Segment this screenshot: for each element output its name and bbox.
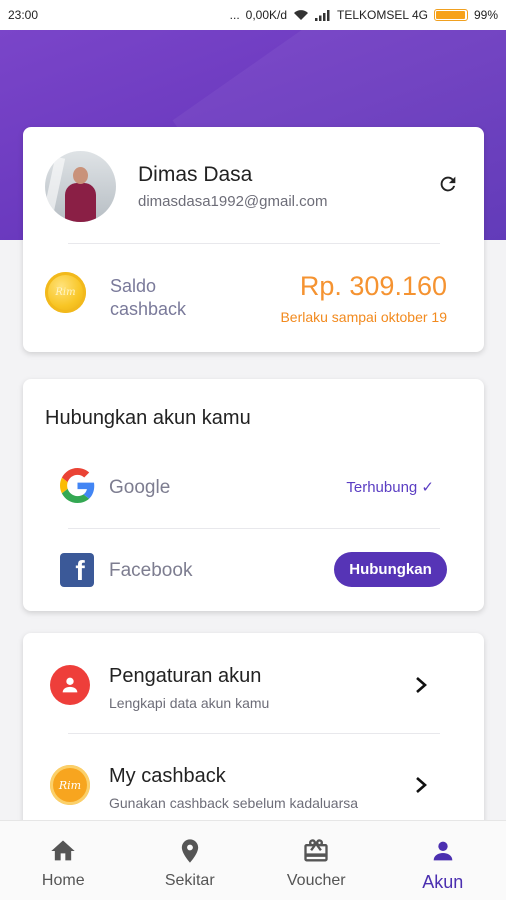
facebook-icon: f — [60, 553, 94, 587]
divider — [68, 733, 440, 734]
user-icon — [50, 665, 90, 705]
status-dots: ... — [229, 8, 240, 22]
network-speed: 0,00K/d — [245, 8, 288, 22]
cashback-label-text: Saldo cashback — [110, 276, 187, 319]
profile-card: Dimas Dasa dimasdasa1992@gmail.com Rim S… — [23, 127, 484, 352]
menu-item-title: Pengaturan akun — [109, 665, 262, 687]
google-status: Terhubung ✓ — [346, 479, 434, 496]
facebook-label: Facebook — [109, 560, 193, 581]
coin-icon: Rim — [45, 272, 86, 313]
cashback-amount: Rp. 309.160 — [299, 271, 447, 301]
nav-akun[interactable]: Akun — [380, 821, 506, 900]
nav-label: Sekitar — [164, 872, 215, 889]
status-time: 23:00 — [8, 8, 39, 22]
cashback-icon-label: Rim — [58, 778, 82, 792]
bottom-navigation: Home Sekitar Voucher Akun — [0, 820, 506, 900]
cashback-validity: Berlaku sampai oktober 19 — [280, 309, 447, 325]
user-email: dimasdasa1992@gmail.com — [138, 193, 328, 210]
battery-icon — [433, 9, 468, 21]
signal-icon — [315, 10, 330, 21]
google-label: Google — [109, 477, 171, 498]
nav-label: Voucher — [286, 872, 346, 889]
google-icon — [60, 468, 95, 503]
avatar[interactable] — [45, 151, 116, 222]
account-menu-card: Pengaturan akun Lengkapi data akun kamu … — [23, 633, 484, 833]
person-icon — [433, 841, 453, 861]
chevron-right-icon — [416, 677, 427, 693]
wifi-icon — [294, 10, 309, 20]
coin-label: Rim — [55, 287, 76, 298]
nav-label: Home — [41, 872, 85, 889]
battery-percent: 99% — [473, 8, 498, 22]
user-name: Dimas Dasa — [138, 163, 253, 186]
link-accounts-card: Hubungkan akun kamu Google Terhubung ✓ f… — [23, 379, 484, 611]
menu-item-subtitle: Lengkapi data akun kamu — [109, 695, 270, 711]
menu-item-title: My cashback — [109, 765, 226, 787]
divider — [68, 528, 440, 529]
location-pin-icon — [181, 839, 198, 863]
nav-sekitar[interactable]: Sekitar — [127, 821, 254, 900]
gift-icon — [304, 839, 328, 862]
link-accounts-title: Hubungkan akun kamu — [45, 407, 251, 429]
menu-item-account-settings[interactable]: Pengaturan akun Lengkapi data akun kamu — [23, 639, 484, 729]
nav-voucher[interactable]: Voucher — [253, 821, 380, 900]
cashback-icon: Rim — [50, 765, 90, 805]
carrier-name: TELKOMSEL 4G — [337, 8, 428, 22]
chevron-right-icon — [416, 777, 427, 793]
divider — [68, 243, 440, 244]
nav-label: Akun — [422, 872, 464, 892]
facebook-connect-button[interactable]: Hubungkan — [334, 552, 447, 587]
menu-item-subtitle: Gunakan cashback sebelum kadaluarsa — [109, 795, 359, 811]
menu-item-my-cashback[interactable]: Rim My cashback Gunakan cashback sebelum… — [23, 739, 484, 829]
refresh-icon[interactable] — [437, 173, 459, 195]
home-icon — [51, 840, 75, 861]
cashback-label: Saldo cashback — [110, 275, 186, 321]
nav-home[interactable]: Home — [0, 821, 127, 900]
status-bar: 23:00 ... 0,00K/d TELKOMSEL 4G 99% — [0, 0, 506, 30]
